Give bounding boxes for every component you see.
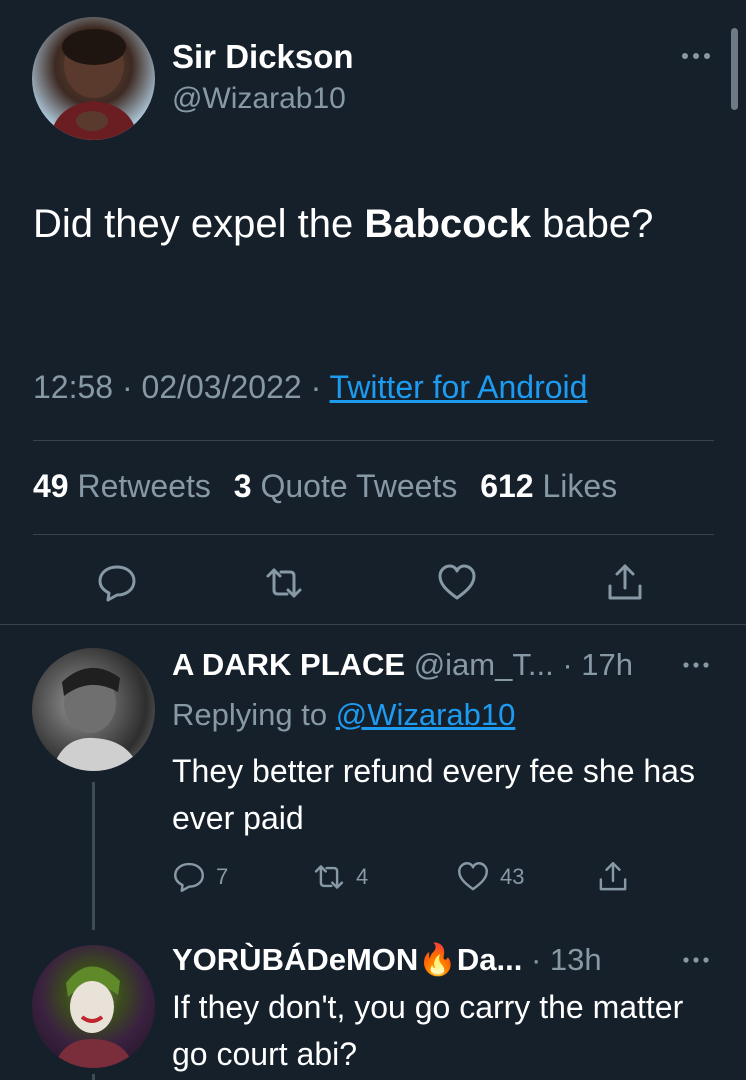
divider bbox=[33, 440, 714, 441]
reply-text: If they don't, you go carry the matter g… bbox=[172, 989, 684, 1072]
tweet-time: 12:58 bbox=[33, 369, 114, 405]
likes-stat[interactable]: 612 Likes bbox=[480, 468, 617, 504]
share-icon bbox=[599, 862, 627, 891]
tweet-text-start: Did they expel the bbox=[33, 202, 365, 246]
reply-author-name-suffix[interactable]: Da... bbox=[457, 942, 522, 977]
reply-header: A DARK PLACE @iam_T... · 17h bbox=[172, 647, 633, 683]
tweet-text: Did they expel the Babcock babe? bbox=[33, 196, 693, 253]
reply-author-name[interactable]: A DARK PLACE bbox=[172, 647, 405, 682]
retweet-count: 4 bbox=[356, 864, 369, 889]
meta-separator: · bbox=[310, 369, 322, 405]
reply-share-button[interactable] bbox=[596, 860, 640, 894]
author-name[interactable]: Sir Dickson bbox=[172, 38, 354, 76]
thread-line bbox=[92, 782, 95, 930]
likes-label: Likes bbox=[542, 468, 618, 504]
tweet-text-bold: Babcock bbox=[364, 202, 532, 246]
reply-author-handle[interactable]: @iam_T... bbox=[414, 647, 554, 682]
divider bbox=[33, 534, 714, 535]
more-options-icon[interactable] bbox=[678, 44, 714, 68]
reply-more-icon[interactable] bbox=[680, 655, 712, 675]
reply-time: · 17h bbox=[562, 647, 633, 682]
reply-like-button[interactable]: 43 bbox=[456, 860, 524, 894]
retweets-stat[interactable]: 49 Retweets bbox=[33, 468, 211, 504]
reply-avatar[interactable] bbox=[32, 945, 155, 1068]
section-divider bbox=[0, 624, 746, 625]
reply-more-icon[interactable] bbox=[680, 950, 712, 970]
like-icon[interactable] bbox=[436, 562, 478, 604]
thread-line bbox=[92, 1074, 95, 1080]
reply-author-name[interactable]: YORÙBÁDeMON bbox=[172, 942, 418, 977]
author-handle[interactable]: @Wizarab10 bbox=[172, 82, 346, 116]
tweet-text-end: babe? bbox=[531, 202, 654, 246]
retweet-icon[interactable] bbox=[263, 562, 305, 604]
tweet-stats: 49 Retweets 3 Quote Tweets 612 Likes bbox=[33, 468, 631, 505]
quotes-count: 3 bbox=[233, 468, 252, 504]
retweets-count: 49 bbox=[33, 468, 69, 504]
quotes-stat[interactable]: 3 Quote Tweets bbox=[234, 468, 458, 504]
reply-time: · 13h bbox=[531, 942, 602, 977]
reply-text: They better refund every fee she has eve… bbox=[172, 753, 695, 836]
reply-reply-button[interactable]: 7 bbox=[172, 860, 228, 894]
likes-count: 612 bbox=[480, 468, 534, 504]
reply-icon[interactable] bbox=[96, 562, 138, 604]
meta-separator: · bbox=[121, 369, 133, 405]
like-count: 43 bbox=[500, 864, 525, 889]
reply-count: 7 bbox=[216, 864, 229, 889]
retweet-icon bbox=[314, 865, 344, 889]
replying-to: Replying to @Wizarab10 bbox=[172, 697, 515, 733]
author-avatar[interactable] bbox=[32, 17, 155, 140]
reply-retweet-button[interactable]: 4 bbox=[312, 860, 368, 894]
fire-emoji: 🔥 bbox=[418, 942, 457, 977]
reply-icon bbox=[174, 862, 204, 892]
tweet-date: 02/03/2022 bbox=[141, 369, 302, 405]
retweets-label: Retweets bbox=[77, 468, 211, 504]
like-icon bbox=[458, 862, 488, 891]
share-icon[interactable] bbox=[604, 562, 646, 604]
quotes-label: Quote Tweets bbox=[260, 468, 458, 504]
tweet-source-link[interactable]: Twitter for Android bbox=[330, 369, 588, 405]
reply-avatar[interactable] bbox=[32, 648, 155, 771]
scrollbar-thumb[interactable] bbox=[731, 28, 738, 110]
tweet-meta: 12:58 · 02/03/2022 · Twitter for Android bbox=[33, 369, 587, 406]
reply-header: YORÙBÁDeMON🔥Da... · 13h bbox=[172, 941, 602, 978]
tweet-detail-page: { "main_tweet": { "author_name": "Sir Di… bbox=[0, 0, 746, 1080]
replying-to-label: Replying to bbox=[172, 697, 336, 732]
mention-link[interactable]: @Wizarab10 bbox=[336, 697, 516, 732]
